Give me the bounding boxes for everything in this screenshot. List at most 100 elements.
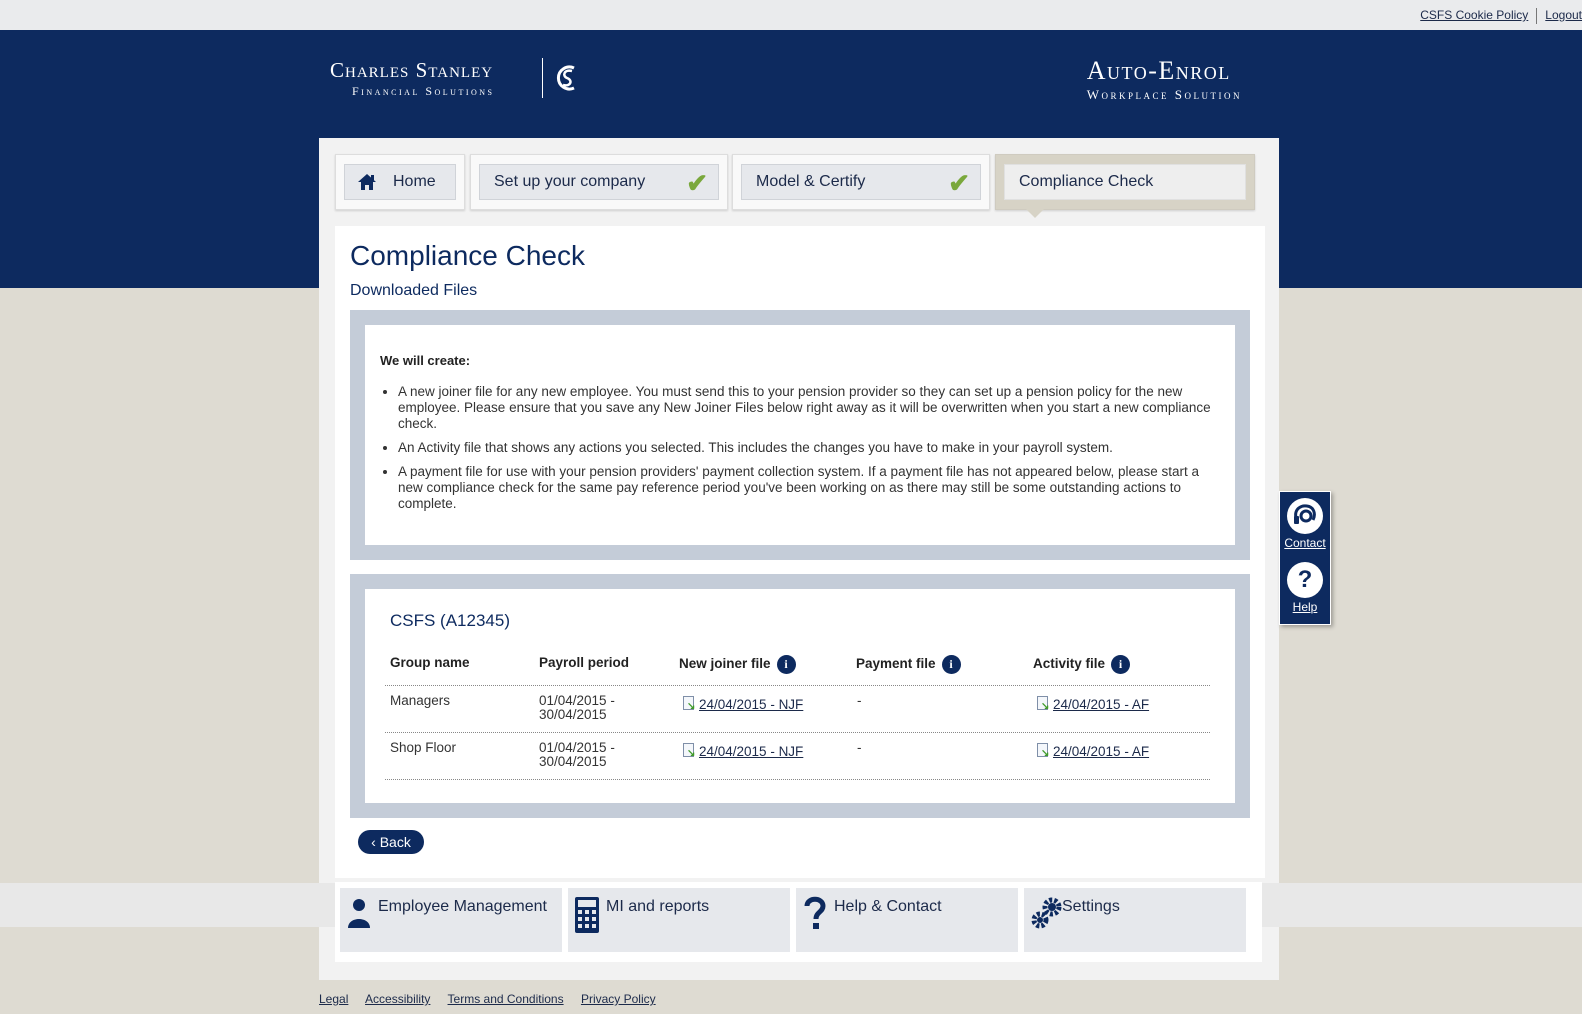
files-box-inner: CSFS (A12345) Group name Payroll period … bbox=[365, 589, 1235, 803]
checkmark-icon: ✔ bbox=[948, 168, 970, 198]
checkmark-icon: ✔ bbox=[686, 168, 708, 198]
logout-link[interactable]: Logout bbox=[1545, 8, 1582, 22]
cell-activity: ↘ 24/04/2015 - AF bbox=[1036, 696, 1149, 712]
tab-compliance-label: Compliance Check bbox=[1019, 173, 1154, 190]
col-payment-label: Payment file bbox=[856, 656, 936, 672]
cell-period-start: 01/04/2015 - bbox=[539, 693, 615, 708]
new-joiner-file-link[interactable]: 24/04/2015 - NJF bbox=[699, 697, 803, 712]
cell-group: Shop Floor bbox=[390, 740, 457, 755]
file-download-icon: ↘ bbox=[682, 743, 696, 759]
col-activity-label: Activity file bbox=[1033, 656, 1106, 672]
info-list: A new joiner file for any new employee. … bbox=[398, 384, 1220, 512]
info-box-heading: We will create: bbox=[380, 353, 471, 368]
cell-group: Managers bbox=[390, 693, 451, 708]
auto-enrol-logo: Auto-Enrol Workplace Solution bbox=[1087, 56, 1242, 103]
footer-links: Legal Accessibility Terms and Conditions… bbox=[319, 992, 670, 1006]
table-row: Shop Floor 01/04/2015 -30/04/2015 ↘ 24/04… bbox=[385, 733, 1210, 779]
info-item-payment: A payment file for use with your pension… bbox=[398, 464, 1220, 512]
cell-payment: - bbox=[857, 740, 862, 755]
files-box: CSFS (A12345) Group name Payroll period … bbox=[350, 574, 1250, 818]
tab-home-inner: Home bbox=[344, 164, 456, 200]
cell-period-start: 01/04/2015 - bbox=[539, 740, 615, 755]
cookie-policy-link[interactable]: CSFS Cookie Policy bbox=[1420, 8, 1528, 22]
logo-cs-monogram bbox=[548, 58, 582, 107]
logo-ae-line1: Auto-Enrol bbox=[1086, 56, 1231, 85]
top-links: CSFS Cookie Policy Logout bbox=[1420, 8, 1582, 24]
logo-cs-line1: Charles Stanley bbox=[330, 58, 494, 82]
tab-home-label: Home bbox=[393, 173, 436, 190]
main-container: Home Set up your company ✔ Model & Certi… bbox=[319, 138, 1279, 980]
home-icon bbox=[358, 174, 376, 190]
info-box: We will create: A new joiner file for an… bbox=[350, 310, 1250, 560]
content-panel: Compliance Check Downloaded Files We wil… bbox=[335, 226, 1265, 878]
col-activity-file: Activity file i bbox=[1033, 655, 1131, 674]
info-item-activity: An Activity file that shows any actions … bbox=[398, 440, 1220, 456]
back-button[interactable]: ‹ Back bbox=[358, 830, 424, 854]
table-row: Managers 01/04/2015 -30/04/2015 ↘ 24/04/2… bbox=[385, 686, 1210, 732]
help-label: Help bbox=[1292, 600, 1318, 614]
info-icon[interactable]: i bbox=[1111, 655, 1131, 674]
footer-accessibility-link[interactable]: Accessibility bbox=[365, 992, 430, 1006]
tab-compliance-check[interactable]: Compliance Check bbox=[995, 154, 1255, 218]
logo-divider bbox=[542, 58, 543, 98]
tab-model-certify[interactable]: Model & Certify ✔ bbox=[732, 154, 990, 210]
nav-settings[interactable]: Settings bbox=[1024, 888, 1246, 952]
cell-period: 01/04/2015 -30/04/2015 bbox=[539, 694, 615, 722]
cell-new-joiner: ↘ 24/04/2015 - NJF bbox=[682, 743, 803, 759]
nav-settings-label: Settings bbox=[1062, 898, 1120, 915]
help-icon: ? bbox=[1287, 562, 1323, 598]
activity-file-link[interactable]: 24/04/2015 - AF bbox=[1053, 697, 1149, 712]
file-download-icon: ↘ bbox=[1036, 696, 1050, 712]
nav-help-contact[interactable]: Help & Contact bbox=[796, 888, 1018, 952]
cell-payment: - bbox=[857, 693, 862, 708]
tab-setup-label: Set up your company bbox=[494, 173, 646, 190]
cell-period-end: 30/04/2015 bbox=[539, 754, 607, 769]
logo-ae-line2: Workplace Solution bbox=[1086, 87, 1242, 102]
nav-employee-management[interactable]: Employee Management bbox=[340, 888, 562, 952]
file-download-icon: ↘ bbox=[1036, 743, 1050, 759]
gears-icon bbox=[1031, 897, 1062, 929]
tab-setup-company[interactable]: Set up your company ✔ bbox=[470, 154, 728, 210]
company-name: CSFS (A12345) bbox=[390, 611, 510, 630]
tab-model-inner: Model & Certify ✔ bbox=[741, 164, 981, 200]
file-download-icon: ↘ bbox=[682, 696, 696, 712]
col-new-joiner-label: New joiner file bbox=[679, 656, 771, 672]
tab-compliance-inner: Compliance Check bbox=[1004, 164, 1246, 200]
cs-monogram-icon bbox=[556, 65, 575, 91]
charles-stanley-logo: Charles Stanley Financial Solutions bbox=[330, 58, 575, 99]
help-widget-item[interactable]: ? Help bbox=[1280, 562, 1330, 614]
footer-terms-link[interactable]: Terms and Conditions bbox=[448, 992, 564, 1006]
contact-widget-item[interactable]: Contact bbox=[1280, 498, 1330, 550]
progress-tabs: Home Set up your company ✔ Model & Certi… bbox=[335, 154, 1265, 218]
cell-activity: ↘ 24/04/2015 - AF bbox=[1036, 743, 1149, 759]
question-icon bbox=[804, 896, 826, 929]
cell-period-end: 30/04/2015 bbox=[539, 707, 607, 722]
nav-help-label: Help & Contact bbox=[834, 898, 942, 915]
cell-new-joiner: ↘ 24/04/2015 - NJF bbox=[682, 696, 803, 712]
nav-mi-label: MI and reports bbox=[606, 898, 710, 915]
calculator-icon bbox=[575, 897, 599, 933]
info-icon[interactable]: i bbox=[776, 655, 796, 674]
nav-employee-label: Employee Management bbox=[378, 898, 547, 915]
page-subtitle: Downloaded Files bbox=[350, 282, 478, 299]
contact-label: Contact bbox=[1284, 536, 1326, 550]
tab-home[interactable]: Home bbox=[335, 154, 465, 210]
footer-privacy-link[interactable]: Privacy Policy bbox=[581, 992, 656, 1006]
bottom-nav: Employee Management MI and reports Help … bbox=[335, 882, 1262, 962]
cell-period: 01/04/2015 -30/04/2015 bbox=[539, 741, 615, 769]
nav-mi-reports[interactable]: MI and reports bbox=[568, 888, 790, 952]
contact-help-widget: Contact ? Help bbox=[1279, 491, 1331, 625]
activity-file-link[interactable]: 24/04/2015 - AF bbox=[1053, 744, 1149, 759]
page-title: Compliance Check bbox=[350, 240, 585, 271]
col-new-joiner-file: New joiner file i bbox=[679, 655, 796, 674]
col-group-name: Group name bbox=[390, 655, 470, 670]
col-payment-file: Payment file i bbox=[856, 655, 961, 674]
tab-setup-inner: Set up your company ✔ bbox=[479, 164, 719, 200]
new-joiner-file-link[interactable]: 24/04/2015 - NJF bbox=[699, 744, 803, 759]
logo-cs-line2: Financial Solutions bbox=[352, 84, 495, 98]
footer-legal-link[interactable]: Legal bbox=[319, 992, 348, 1006]
contact-icon bbox=[1287, 498, 1323, 534]
info-icon[interactable]: i bbox=[941, 655, 961, 674]
col-payroll-period: Payroll period bbox=[539, 655, 630, 670]
info-box-inner: We will create: A new joiner file for an… bbox=[365, 325, 1235, 545]
